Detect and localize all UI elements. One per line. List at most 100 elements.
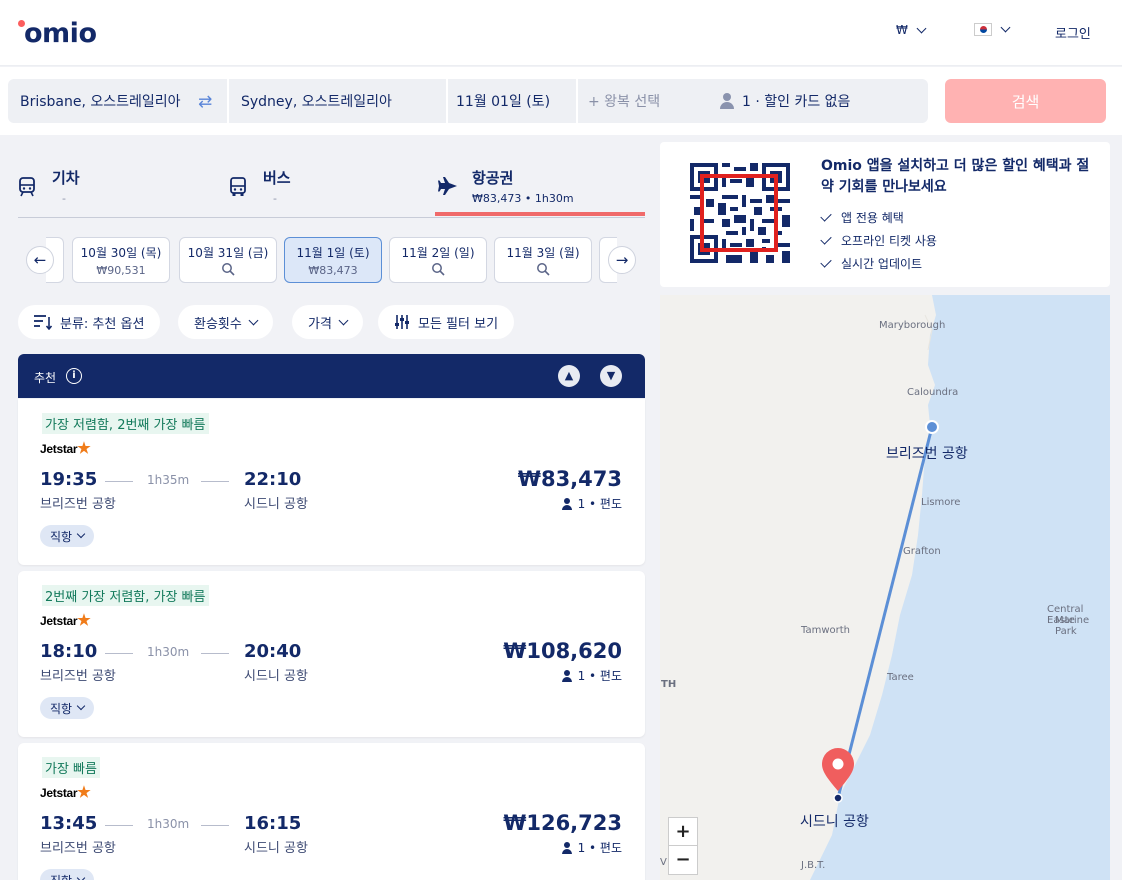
- price-filter[interactable]: 가격: [292, 305, 363, 339]
- star-icon: ★: [77, 440, 91, 457]
- date-card[interactable]: 10월 30일 (목) ₩90,531: [72, 237, 170, 283]
- sort-label: 분류: 추천 옵션: [60, 316, 145, 332]
- login-link[interactable]: 로그인: [1055, 23, 1091, 42]
- language-selector[interactable]: [974, 22, 1011, 36]
- destination-input[interactable]: Sydney, 오스트레일리아: [229, 79, 446, 123]
- price: ₩108,620: [503, 639, 622, 663]
- map-label: V: [660, 857, 667, 868]
- origin-input[interactable]: Brisbane, 오스트레일리아: [8, 79, 227, 123]
- sort-button[interactable]: 분류: 추천 옵션: [18, 305, 161, 339]
- price: ₩83,473: [517, 467, 622, 491]
- passenger-info: 1 • 편도: [561, 495, 622, 512]
- passenger-info: 1 • 편도: [561, 667, 622, 684]
- depart-date-value: 11월 01일 (토): [456, 94, 551, 110]
- result-card[interactable]: 가장 저렴함, 2번째 가장 빠름 Jetstar★ 19:35 1h35m 2…: [18, 399, 645, 565]
- result-card[interactable]: 가장 빠름 Jetstar★ 13:45 1h30m 16:15 브리즈번 공항…: [18, 743, 645, 880]
- arrival-station: 시드니 공항: [244, 497, 308, 512]
- stops-label: 직항: [50, 701, 73, 716]
- map-label: Maryborough: [879, 320, 946, 331]
- sliders-icon: [395, 315, 409, 329]
- passenger-text: 1 • 편도: [577, 841, 622, 855]
- all-filters-button[interactable]: 모든 필터 보기: [378, 305, 515, 339]
- recommended-title: 추천: [34, 371, 57, 385]
- date-carousel: ← 10월 30일 (목) ₩90,531 10월 31일 (금) 11월 1일…: [18, 236, 645, 284]
- chevron-down-icon: [248, 315, 259, 325]
- divider: [201, 653, 229, 654]
- divider: [105, 481, 133, 482]
- passenger-icon: [561, 841, 572, 854]
- zoom-in-button[interactable]: +: [668, 817, 698, 847]
- return-date-input[interactable]: + 왕복 선택: [578, 79, 704, 123]
- search-icon: [495, 262, 591, 280]
- result-tag: 2번째 가장 저렴함, 가장 빠름: [42, 585, 209, 606]
- map-canvas: [660, 295, 1110, 880]
- tab-train-sub: -: [62, 192, 66, 205]
- map-label: Grafton: [903, 546, 941, 557]
- star-icon: ★: [77, 784, 91, 801]
- tab-flight-sub: ₩83,473 • 1h30m: [472, 192, 574, 205]
- departure-time: 18:10: [40, 641, 98, 662]
- arrival-time: 20:40: [244, 641, 302, 662]
- route-map[interactable]: Maryborough Caloundra 브리즈번 공항 Lismore Gr…: [660, 295, 1110, 880]
- promo-benefits: 앱 전용 혜택 오프라인 티켓 사용 실시간 업데이트: [820, 206, 937, 275]
- date-card[interactable]: 10월 31일 (금): [179, 237, 277, 283]
- stops-label: 직항: [50, 529, 73, 544]
- passenger-selector[interactable]: 1 · 할인 카드 없음: [704, 79, 928, 123]
- check-icon: [820, 256, 832, 268]
- swap-icon[interactable]: ⇄: [198, 92, 212, 112]
- top-bar: omio ₩ 로그인: [0, 0, 1122, 66]
- date-card[interactable]: 11월 2일 (일): [389, 237, 487, 283]
- divider: [105, 825, 133, 826]
- star-icon: ★: [77, 612, 91, 629]
- chevron-down-icon: [1000, 22, 1011, 33]
- stops-toggle[interactable]: 직항: [40, 525, 95, 547]
- benefit-text: 앱 전용 혜택: [841, 211, 904, 225]
- result-tag: 가장 저렴함, 2번째 가장 빠름: [42, 413, 209, 434]
- tab-bus-label: 버스: [263, 169, 291, 187]
- depart-date-input[interactable]: 11월 01일 (토): [448, 79, 576, 123]
- result-card[interactable]: 2번째 가장 저렴함, 가장 빠름 Jetstar★ 18:10 1h30m 2…: [18, 571, 645, 737]
- date-label: 10월 30일 (목): [80, 246, 162, 260]
- promo-title: Omio 앱을 설치하고 더 많은 할인 혜택과 절약 기회를 만나보세요: [821, 158, 1090, 195]
- duration: 1h30m: [147, 817, 190, 831]
- bus-icon: [229, 177, 249, 202]
- passenger-icon: [720, 93, 734, 109]
- search-button[interactable]: 검색: [945, 79, 1106, 123]
- next-date-button[interactable]: →: [608, 246, 636, 274]
- chevron-down-icon: [338, 315, 349, 325]
- list-item: 오프라인 티켓 사용: [820, 229, 937, 252]
- origin-airport-label: 브리즈번 공항: [886, 446, 968, 462]
- thumbs-down-icon[interactable]: ▼: [600, 365, 622, 387]
- tab-bus[interactable]: 버스 -: [229, 155, 291, 217]
- date-card-selected[interactable]: 11월 1일 (토) ₩83,473: [284, 237, 382, 283]
- tab-flight-label: 항공권: [472, 169, 514, 187]
- info-icon[interactable]: i: [66, 368, 82, 384]
- currency-selector[interactable]: ₩: [896, 23, 927, 37]
- transfers-filter[interactable]: 환승횟수: [178, 305, 273, 339]
- tab-train-label: 기차: [52, 169, 80, 187]
- transfers-label: 환승횟수: [194, 316, 242, 332]
- map-label: Tamworth: [801, 625, 850, 636]
- map-label: Caloundra: [907, 387, 959, 398]
- destination-airport-label: 시드니 공항: [800, 814, 869, 830]
- passenger-value: 1 · 할인 카드 없음: [742, 94, 851, 110]
- stops-toggle[interactable]: 직항: [40, 869, 95, 880]
- sort-icon: [34, 315, 52, 330]
- prev-date-button[interactable]: ←: [26, 246, 54, 274]
- date-card[interactable]: 11월 3일 (월): [494, 237, 592, 283]
- date-label: 11월 2일 (일): [401, 246, 475, 260]
- stops-toggle[interactable]: 직항: [40, 697, 95, 719]
- passenger-info: 1 • 편도: [561, 839, 622, 856]
- thumbs-up-icon[interactable]: ▲: [558, 365, 580, 387]
- all-filters-label: 모든 필터 보기: [418, 316, 499, 332]
- tab-flight[interactable]: 항공권 ₩83,473 • 1h30m: [438, 155, 574, 217]
- divider: [201, 825, 229, 826]
- qr-highlight-box: [700, 174, 778, 252]
- tab-train[interactable]: 기차 -: [18, 155, 80, 217]
- departure-time: 13:45: [40, 813, 98, 834]
- zoom-out-button[interactable]: −: [668, 845, 698, 875]
- chevron-down-icon: [76, 701, 86, 711]
- date-label: 11월 3일 (월): [506, 246, 580, 260]
- arrow-left-icon: ←: [33, 251, 47, 269]
- departure-station: 브리즈번 공항: [40, 497, 116, 512]
